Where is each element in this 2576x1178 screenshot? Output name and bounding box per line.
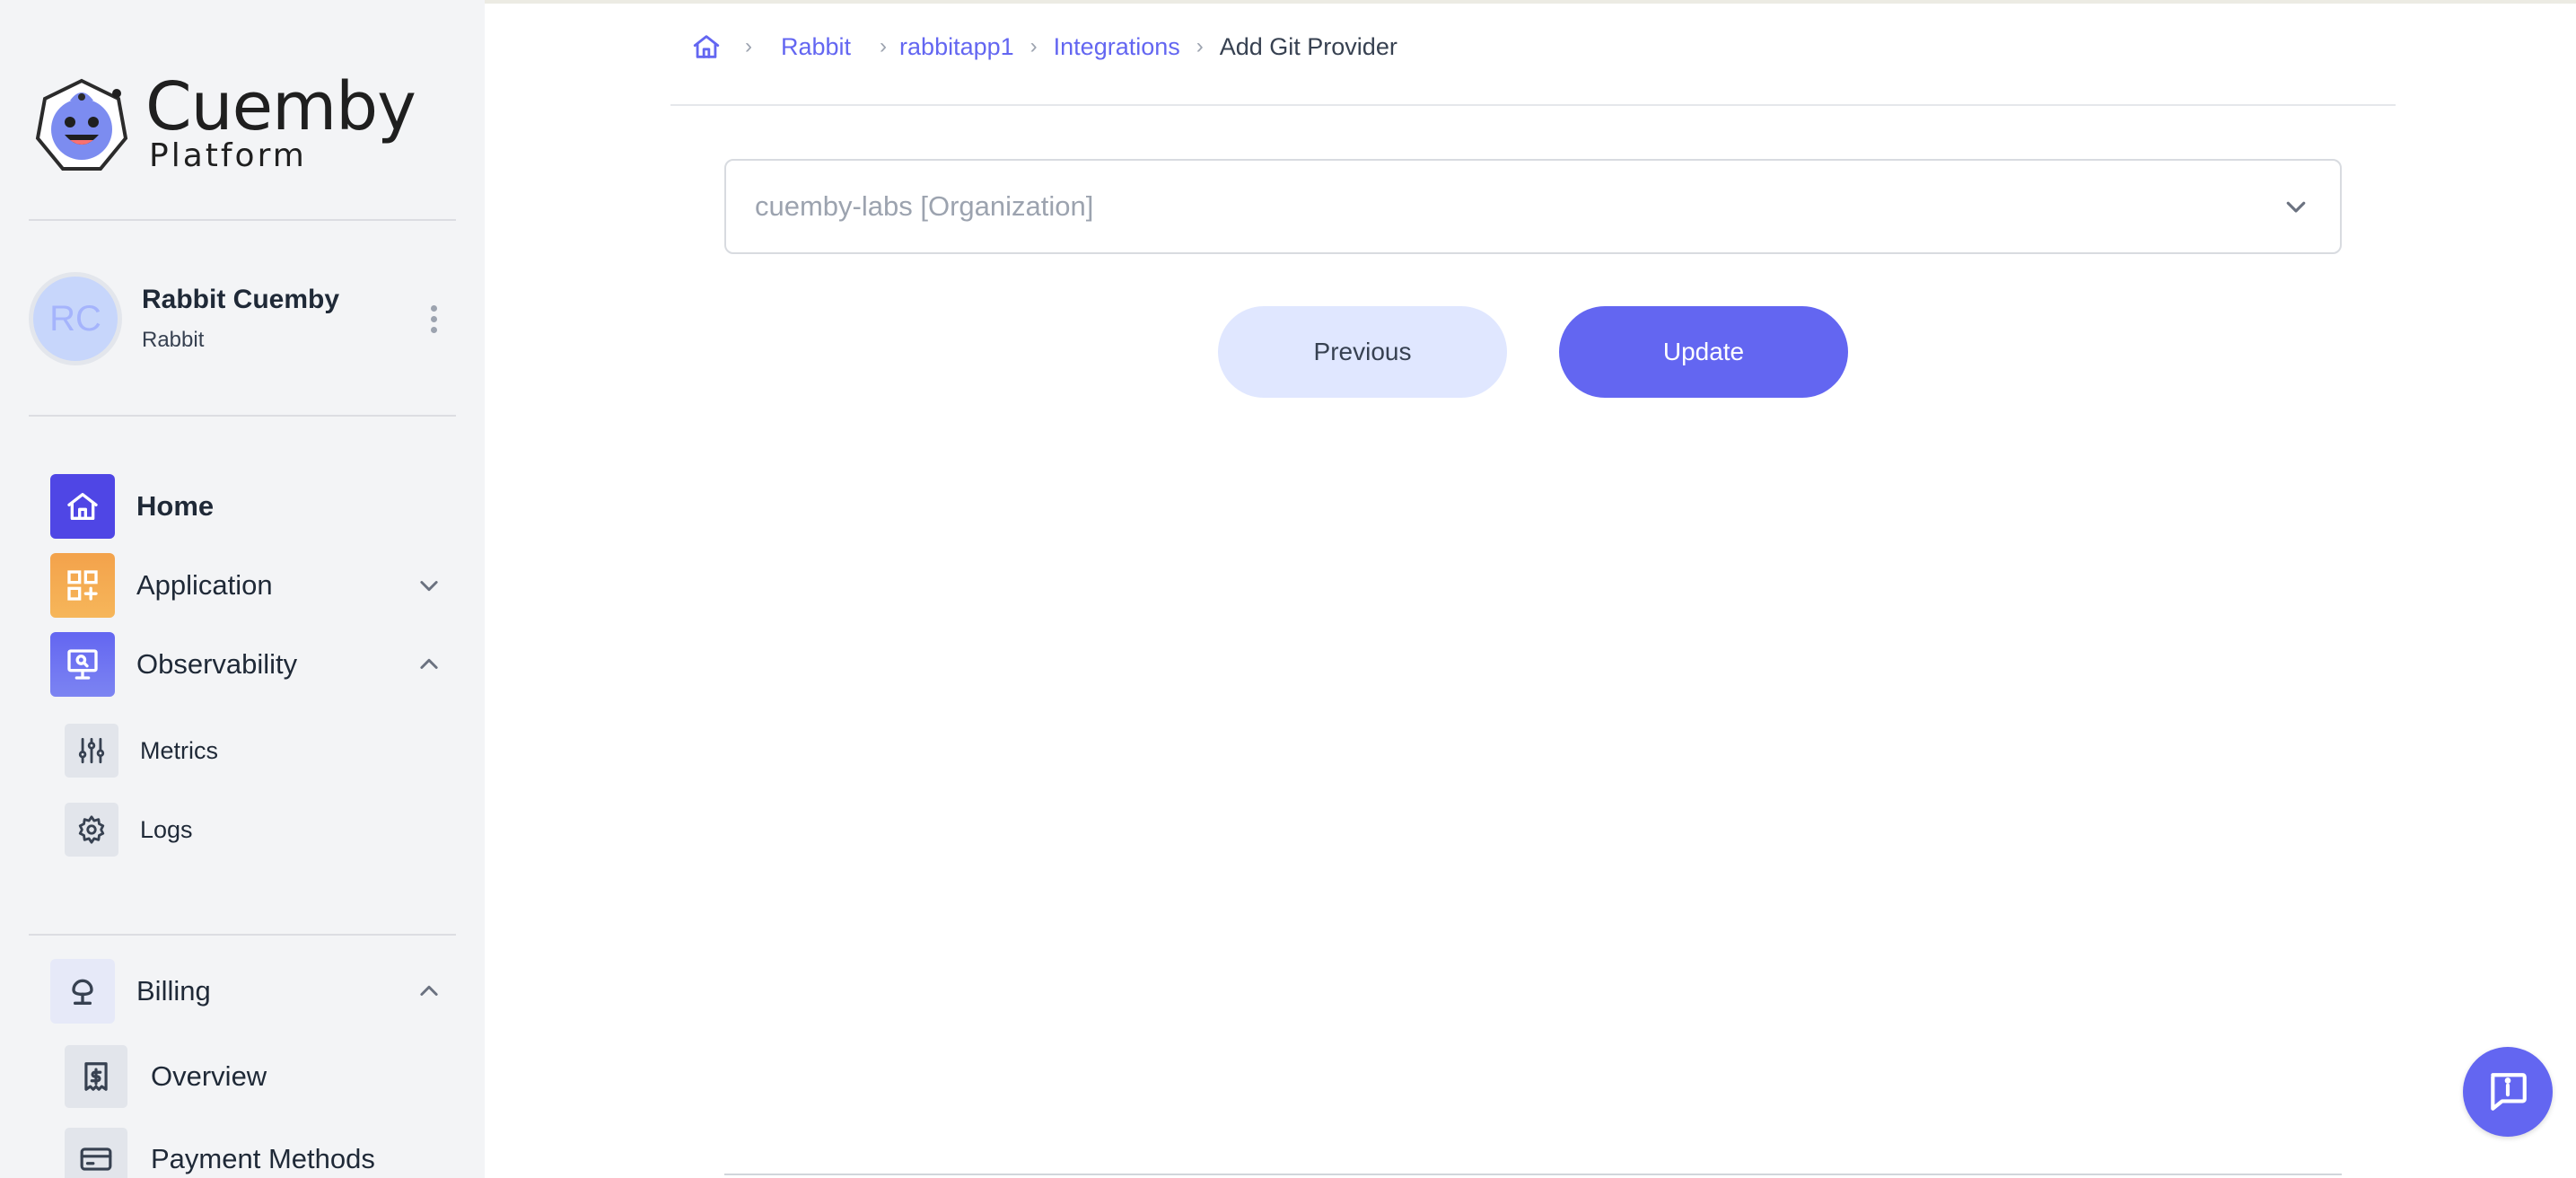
sidebar-item-payment-methods[interactable]: Payment Methods [65, 1128, 442, 1178]
sidebar-item-metrics[interactable]: Metrics [65, 724, 442, 778]
sidebar-item-observability[interactable]: Observability [50, 632, 445, 697]
monitor-search-icon [50, 632, 115, 697]
sidebar-item-label: Application [136, 569, 273, 601]
breadcrumb-item-integrations[interactable]: Integrations [1054, 33, 1180, 61]
sidebar-item-label: Billing [136, 975, 211, 1007]
sidebar-item-overview[interactable]: Overview [65, 1045, 442, 1108]
sidebar-item-application[interactable]: Application [50, 553, 445, 618]
breadcrumb-item-rabbit[interactable]: Rabbit [781, 33, 851, 61]
breadcrumb: › Rabbit › rabbitapp1 › Integrations › A… [691, 27, 1398, 66]
user-name: Rabbit Cuemby [142, 285, 340, 314]
chevron-up-icon[interactable] [413, 975, 445, 1007]
more-options-icon[interactable] [420, 296, 447, 341]
breadcrumb-current: Add Git Provider [1219, 32, 1398, 60]
organization-select[interactable]: cuemby-labs [Organization] [724, 159, 2342, 254]
sidebar-item-label: Home [136, 490, 215, 522]
chevron-down-icon[interactable] [413, 569, 445, 602]
brand-name: Cuemby [145, 68, 416, 145]
user-profile: RC Rabbit Cuemby Rabbit [29, 272, 456, 365]
home-icon[interactable] [691, 31, 722, 62]
chevron-right-icon: › [1196, 34, 1204, 58]
sidebar-divider [29, 219, 456, 221]
avatar[interactable]: RC [29, 272, 122, 365]
grid-plus-icon [50, 553, 115, 618]
tree-icon [50, 959, 115, 1024]
cuemby-logo-icon [35, 78, 128, 171]
chat-info-icon [2491, 1073, 2527, 1111]
chevron-right-icon: › [745, 34, 752, 58]
sliders-icon [65, 724, 118, 778]
breadcrumb-item-rabbitapp1[interactable]: rabbitapp1 [899, 33, 1014, 61]
chevron-right-icon: › [880, 34, 888, 58]
brand-logo[interactable]: Cuemby Platform [34, 68, 416, 174]
update-button[interactable]: Update [1559, 306, 1848, 398]
header-divider [670, 104, 2396, 106]
chevron-down-icon [2282, 193, 2309, 220]
sidebar-item-label: Observability [136, 648, 298, 680]
sidebar-item-logs[interactable]: Logs [65, 803, 442, 857]
sidebar-item-label: Overview [151, 1060, 267, 1092]
previous-button[interactable]: Previous [1218, 306, 1507, 398]
receipt-dollar-icon [65, 1045, 127, 1108]
sidebar-item-billing[interactable]: Billing [50, 959, 445, 1024]
sidebar-item-label: Logs [140, 815, 193, 843]
chat-support-button[interactable] [2463, 1047, 2553, 1137]
sidebar-item-home[interactable]: Home [50, 474, 445, 539]
chevron-up-icon[interactable] [413, 648, 445, 681]
footer-divider [724, 1174, 2342, 1175]
sidebar-item-label: Payment Methods [151, 1143, 375, 1174]
home-icon [50, 474, 115, 539]
sidebar: Cuemby Platform RC Rabbit Cuemby Rabbit … [0, 0, 485, 1178]
credit-card-icon [65, 1128, 127, 1178]
sidebar-item-label: Metrics [140, 736, 218, 764]
gear-icon [65, 803, 118, 857]
organization-select-value: cuemby-labs [Organization] [755, 190, 1094, 222]
brand-subtitle: Platform [149, 137, 307, 174]
sidebar-divider [29, 415, 456, 417]
user-role: Rabbit [142, 328, 205, 352]
sidebar-divider [29, 934, 456, 936]
chevron-right-icon: › [1030, 34, 1038, 58]
